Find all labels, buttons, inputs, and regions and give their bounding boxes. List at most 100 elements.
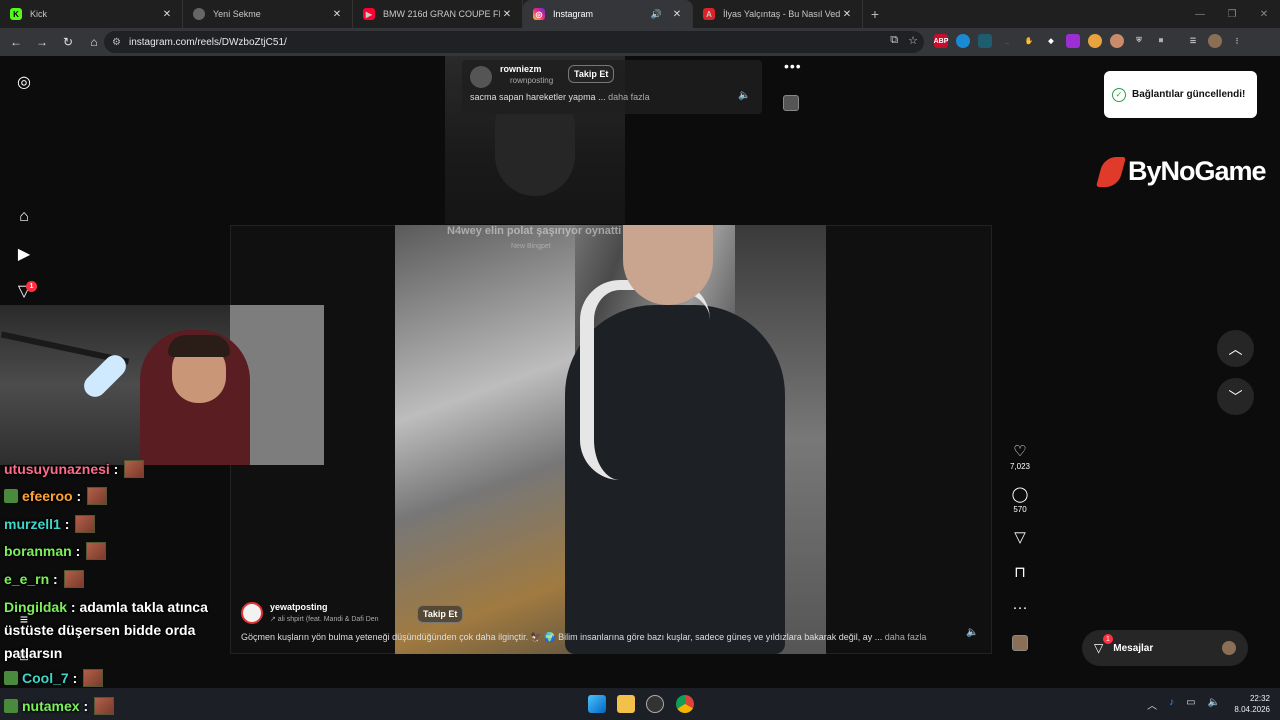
new-tab-button[interactable]: + — [863, 0, 887, 28]
avatar[interactable] — [470, 66, 492, 88]
reload-icon[interactable]: ↻ — [56, 30, 80, 54]
bookmark-star-icon[interactable]: ☆ — [908, 34, 918, 47]
reel-video[interactable]: N4wey elin polat şaşırıyor oynatti New B… — [395, 225, 826, 654]
extension-line-icon[interactable]: _ — [1000, 34, 1014, 48]
chat-message: Cool_7 : — [4, 669, 104, 687]
menu-kebab-icon[interactable]: ⋮ — [1230, 34, 1244, 48]
start-menu-icon[interactable] — [588, 695, 606, 713]
close-icon[interactable]: ✕ — [840, 9, 854, 20]
anghami-icon: A — [703, 8, 715, 20]
more-options-icon[interactable]: ••• — [784, 58, 802, 74]
more-action[interactable]: ··· — [1008, 600, 1032, 616]
emote-icon — [124, 460, 145, 478]
elevator-wall — [395, 225, 575, 654]
back-icon[interactable]: ← — [4, 30, 28, 54]
tab-instagram[interactable]: ◎ Instagram 🔊 ✕ — [523, 0, 693, 28]
tab-title: Kick — [30, 9, 48, 19]
obs-icon[interactable] — [646, 695, 664, 713]
close-icon[interactable]: ✕ — [160, 9, 174, 20]
direct-message-icon: ▽ — [1094, 641, 1104, 655]
chat-message: boranman : — [4, 542, 107, 560]
avatar[interactable] — [241, 602, 263, 624]
network-icon[interactable]: ▭ — [1186, 697, 1195, 712]
save-action[interactable]: ⊓ — [1008, 565, 1032, 581]
caption-text: sacma sapan hareketler yapma ... — [470, 92, 606, 102]
brand-name: ByNoGame — [1128, 156, 1267, 186]
messages-label: Mesajlar — [1113, 642, 1154, 654]
puzzle-icon[interactable]: ⧈ — [1154, 34, 1168, 48]
follow-button[interactable]: Takip Et — [568, 65, 615, 83]
extension-diamond-icon[interactable]: ◆ — [1044, 34, 1058, 48]
chrome-icon[interactable] — [676, 695, 694, 713]
extension-face-icon[interactable] — [1110, 34, 1124, 48]
comment-icon[interactable]: ◯ — [1008, 487, 1032, 503]
site-info-icon[interactable]: ⚙ — [112, 37, 121, 48]
username[interactable]: rowniezm — [500, 64, 542, 74]
chat-username: Dingildak — [4, 599, 68, 615]
like-action[interactable]: ♡ 7,023 — [1008, 444, 1032, 472]
audio-thumbnail[interactable] — [1012, 635, 1028, 651]
extension-teal-icon[interactable] — [978, 34, 992, 48]
abp-icon[interactable]: ABP — [934, 34, 948, 48]
file-explorer-icon[interactable] — [617, 695, 635, 713]
video-overlay-sub: New Bingpet — [511, 243, 551, 250]
extension-orange-icon[interactable] — [1088, 34, 1102, 48]
volume-icon[interactable]: 🔈 — [738, 90, 750, 101]
home-icon[interactable]: ⌂ — [14, 207, 34, 227]
messages-button[interactable]: ▽ 1 Mesajlar — [1082, 630, 1248, 666]
tab-kick[interactable]: K Kick ✕ — [0, 0, 183, 28]
chat-message: Dingildak : adamla takla atınca üstüste … — [4, 599, 208, 661]
follow-button[interactable]: Takip Et — [417, 605, 464, 623]
comment-action[interactable]: ◯ 570 — [1008, 487, 1032, 515]
messages-badge: 1 — [1103, 634, 1113, 644]
more-options-icon[interactable]: ··· — [1008, 600, 1032, 616]
extension-blue-icon[interactable] — [956, 34, 970, 48]
volume-icon[interactable]: 🔈 — [966, 627, 978, 638]
close-icon[interactable]: ✕ — [670, 9, 684, 20]
volume-icon[interactable]: 🔈 — [1208, 697, 1220, 712]
system-clock[interactable]: 22:32 8.04.2026 — [1234, 693, 1270, 715]
subscriber-badge-icon — [4, 489, 18, 503]
heart-icon[interactable]: ♡ — [1008, 444, 1032, 460]
speaker-icon[interactable]: 🔊 — [651, 9, 662, 20]
cast-icon[interactable]: ⧉ — [890, 34, 898, 47]
tab-new-tab[interactable]: Yeni Sekme ✕ — [183, 0, 353, 28]
toast-notification: ✓ Bağlantılar güncellendi! — [1104, 71, 1257, 118]
shield-icon[interactable]: ⛨ — [1132, 34, 1146, 48]
share-action[interactable]: ▽ — [1008, 530, 1032, 546]
bookmark-icon[interactable]: ⊓ — [1008, 565, 1032, 581]
more-link[interactable]: daha fazla — [885, 632, 927, 642]
username[interactable]: yewatposting — [270, 602, 328, 612]
tray-app-icon[interactable]: ♪ — [1169, 697, 1174, 712]
close-icon[interactable]: ✕ — [500, 9, 514, 20]
reels-icon[interactable]: ▶ — [14, 244, 34, 264]
forward-icon[interactable]: → — [30, 30, 54, 54]
more-link[interactable]: daha fazla — [608, 92, 650, 102]
previous-reel-button[interactable]: ︿ — [1217, 330, 1254, 367]
home-icon[interactable]: ⌂ — [82, 30, 106, 54]
browser-toolbar: ← → ↻ ⌂ ⚙ instagram.com/reels/DWzboZtjC5… — [0, 28, 1280, 56]
tray-chevron-icon[interactable]: ︿ — [1147, 697, 1157, 712]
extension-hand-icon[interactable]: ✋ — [1022, 34, 1036, 48]
extension-purple-icon[interactable] — [1066, 34, 1080, 48]
next-reel-button[interactable]: ﹀ — [1217, 378, 1254, 415]
address-bar[interactable]: ⚙ instagram.com/reels/DWzboZtjC51/ ⧉ ☆ — [104, 31, 924, 53]
subscriber-badge-icon — [4, 671, 18, 685]
maximize-icon[interactable]: ❐ — [1216, 0, 1248, 28]
tab-anghami[interactable]: A İlyas Yalçıntaş - Bu Nasıl Veda - ✕ — [693, 0, 863, 28]
close-window-icon[interactable]: ✕ — [1248, 0, 1280, 28]
minimize-icon[interactable]: — — [1184, 0, 1216, 28]
audio-thumbnail[interactable] — [783, 95, 799, 111]
instagram-logo-icon[interactable]: ◎ — [14, 72, 34, 92]
media-control-icon[interactable]: ☰ — [1186, 34, 1200, 48]
close-icon[interactable]: ✕ — [330, 9, 344, 20]
subline: rownposting — [510, 76, 554, 85]
profile-avatar[interactable] — [1208, 34, 1222, 48]
tab-title: Yeni Sekme — [213, 9, 261, 19]
tab-youtube[interactable]: ▶ BMW 216d GRAN COUPE FIRST EDITION ✕ — [353, 0, 523, 28]
audio-track[interactable]: ↗ ali shpirt (feat. Mandi & Dafi Den — [270, 615, 398, 623]
emote-icon — [75, 515, 96, 533]
emote-icon — [86, 542, 107, 560]
share-icon[interactable]: ▽ — [1008, 530, 1032, 546]
emote-icon — [94, 697, 115, 715]
